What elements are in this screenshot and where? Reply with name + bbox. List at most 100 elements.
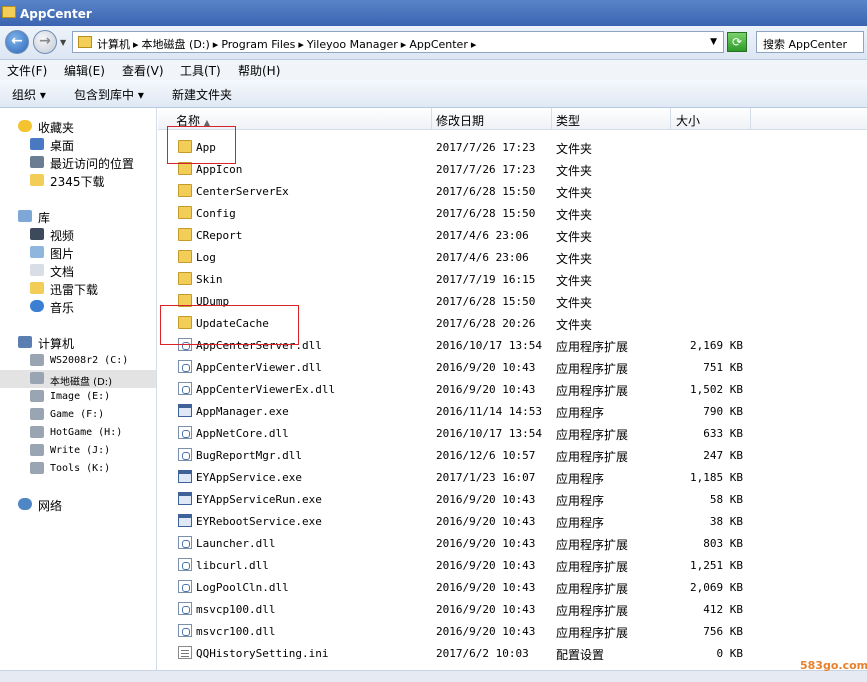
nav-favorites[interactable]: 收藏夹 [18, 118, 148, 136]
dll-icon [178, 580, 192, 593]
menu-view[interactable]: 查看(V) [122, 62, 164, 79]
file-size: 58 KB [709, 493, 743, 506]
nav-drive-h[interactable]: HotGame (H:) [30, 424, 150, 442]
file-row[interactable]: EYRebootService.exe 2016/9/20 10:43 应用程序 38… [158, 510, 867, 532]
column-date[interactable]: 修改日期 [436, 112, 484, 129]
file-row[interactable]: EYAppServiceRun.exe 2016/9/20 10:43 应用程序 58… [158, 488, 867, 510]
file-row[interactable]: AppCenterViewerEx.dll 2016/9/20 10:43 应用程序… [158, 378, 867, 400]
search-input[interactable]: 搜索 AppCenter [756, 31, 864, 53]
file-row[interactable]: CenterServerEx 2017/6/28 15:50 文件夹 [158, 180, 867, 202]
nav-drive-e[interactable]: Image (E:) [30, 388, 150, 406]
breadcrumb-item[interactable]: Program Files [221, 38, 295, 51]
breadcrumb-separator-icon[interactable]: ▸ [133, 38, 139, 51]
dll-icon [178, 360, 192, 373]
file-type: 应用程序 [556, 472, 605, 486]
file-row[interactable]: Launcher.dll 2016/9/20 10:43 应用程序扩展 803 KB [158, 532, 867, 554]
file-name: Launcher.dll [196, 537, 276, 550]
nav-pictures[interactable]: 图片 [30, 244, 150, 262]
file-row[interactable]: AppNetCore.dll 2016/10/17 13:54 应用程序扩展 633 … [158, 422, 867, 444]
nav-drive-k[interactable]: Tools (K:) [30, 460, 150, 478]
breadcrumb-separator-icon[interactable]: ▸ [471, 38, 477, 51]
menu-tools[interactable]: 工具(T) [180, 62, 221, 79]
column-divider[interactable] [670, 108, 671, 130]
file-type: 应用程序扩展 [556, 428, 629, 442]
history-dropdown-icon[interactable]: ▼ [60, 38, 66, 47]
column-divider[interactable] [750, 108, 751, 130]
file-row[interactable]: BugReportMgr.dll 2016/12/6 10:57 应用程序扩展 247… [158, 444, 867, 466]
new-folder-button[interactable]: 新建文件夹 [172, 86, 232, 103]
file-size: 247 KB [703, 449, 743, 462]
menu-edit[interactable]: 编辑(E) [64, 62, 105, 79]
menu-bar: 文件(F) 编辑(E) 查看(V) 工具(T) 帮助(H) [0, 60, 867, 80]
nav-network[interactable]: 网络 [18, 496, 148, 514]
file-date: 2017/6/28 15:50 [436, 295, 536, 308]
nav-recent[interactable]: 最近访问的位置 [30, 154, 150, 172]
file-row[interactable]: libcurl.dll 2016/9/20 10:43 应用程序扩展 1,251 KB [158, 554, 867, 576]
file-type: 文件夹 [556, 318, 593, 332]
menu-file[interactable]: 文件(F) [7, 62, 47, 79]
file-row[interactable]: msvcp100.dll 2016/9/20 10:43 应用程序扩展 412 KB [158, 598, 867, 620]
nav-music[interactable]: 音乐 [30, 298, 150, 316]
file-row[interactable]: Log 2017/4/6 23:06 文件夹 [158, 246, 867, 268]
column-divider[interactable] [431, 108, 432, 130]
folder-icon [78, 36, 92, 48]
include-in-library-button[interactable]: 包含到库中 ▾ [74, 86, 144, 103]
nav-drive-d[interactable]: 本地磁盘 (D:) [0, 370, 156, 388]
forward-button[interactable]: → [33, 30, 57, 54]
file-row[interactable]: EYAppService.exe 2017/1/23 16:07 应用程序 1,185… [158, 466, 867, 488]
window-title: AppCenter [20, 7, 92, 21]
file-size: 803 KB [703, 537, 743, 550]
nav-drive-f[interactable]: Game (F:) [30, 406, 150, 424]
breadcrumb-item[interactable]: Yileyoo Manager [307, 38, 398, 51]
file-row[interactable]: AppIcon 2017/7/26 17:23 文件夹 [158, 158, 867, 180]
nav-computer[interactable]: 计算机 [18, 334, 148, 352]
refresh-button[interactable]: ⟳ [727, 32, 747, 52]
watermark: 583go.com [800, 659, 867, 672]
nav-documents[interactable]: 文档 [30, 262, 150, 280]
column-divider[interactable] [551, 108, 552, 130]
breadcrumb-item[interactable]: AppCenter [409, 38, 468, 51]
document-icon [30, 264, 44, 276]
breadcrumb-separator-icon[interactable]: ▸ [401, 38, 407, 51]
organize-button[interactable]: 组织 ▾ [12, 86, 46, 103]
file-row[interactable]: AppManager.exe 2016/11/14 14:53 应用程序 790 KB [158, 400, 867, 422]
nav-drive-c[interactable]: WS2008r2 (C:) [30, 352, 150, 370]
file-type: 应用程序扩展 [556, 384, 629, 398]
file-row[interactable]: AppCenterViewer.dll 2016/9/20 10:43 应用程序扩展… [158, 356, 867, 378]
column-size[interactable]: 大小 [676, 112, 700, 129]
column-type[interactable]: 类型 [556, 112, 580, 129]
menu-help[interactable]: 帮助(H) [238, 62, 280, 79]
file-row[interactable]: CReport 2017/4/6 23:06 文件夹 [158, 224, 867, 246]
column-header: 名称 ▲ 修改日期 类型 大小 [158, 108, 867, 130]
file-date: 2017/6/28 15:50 [436, 207, 536, 220]
file-date: 2016/9/20 10:43 [436, 383, 536, 396]
folder-icon [30, 282, 44, 294]
file-row[interactable]: Config 2017/6/28 15:50 文件夹 [158, 202, 867, 224]
file-name: AppManager.exe [196, 405, 289, 418]
address-bar[interactable]: 计算机 ▸ 本地磁盘 (D:) ▸ Program Files ▸ Yileyoo Mana… [72, 31, 724, 53]
file-row[interactable]: LogPoolCln.dll 2016/9/20 10:43 应用程序扩展 2,069… [158, 576, 867, 598]
file-row[interactable]: Skin 2017/7/19 16:15 文件夹 [158, 268, 867, 290]
file-row[interactable]: msvcr100.dll 2016/9/20 10:43 应用程序扩展 756 KB [158, 620, 867, 642]
nav-videos[interactable]: 视频 [30, 226, 150, 244]
chevron-down-icon[interactable]: ▼ [710, 37, 717, 47]
nav-libraries[interactable]: 库 [18, 208, 148, 226]
breadcrumb-item[interactable]: 本地磁盘 (D:) [142, 38, 210, 51]
file-type: 文件夹 [556, 186, 593, 200]
file-row[interactable]: QQHistorySetting.ini 2017/6/2 10:03 配置设置 0 … [158, 642, 867, 664]
file-name: libcurl.dll [196, 559, 269, 572]
file-size: 756 KB [703, 625, 743, 638]
file-size: 2,069 KB [690, 581, 743, 594]
nav-2345-download[interactable]: 2345下载 [30, 172, 150, 190]
file-row[interactable]: App 2017/7/26 17:23 文件夹 [158, 136, 867, 158]
file-type: 文件夹 [556, 208, 593, 222]
breadcrumb-separator-icon[interactable]: ▸ [213, 38, 219, 51]
file-date: 2017/4/6 23:06 [436, 251, 529, 264]
nav-drive-j[interactable]: Write (J:) [30, 442, 150, 460]
breadcrumb-item[interactable]: 计算机 [97, 38, 130, 51]
back-button[interactable]: ← [5, 30, 29, 54]
nav-desktop[interactable]: 桌面 [30, 136, 150, 154]
breadcrumb[interactable]: 计算机 ▸ 本地磁盘 (D:) ▸ Program Files ▸ Yileyoo Mana… [97, 36, 479, 52]
breadcrumb-separator-icon[interactable]: ▸ [298, 38, 304, 51]
nav-xunlei-download[interactable]: 迅雷下载 [30, 280, 150, 298]
